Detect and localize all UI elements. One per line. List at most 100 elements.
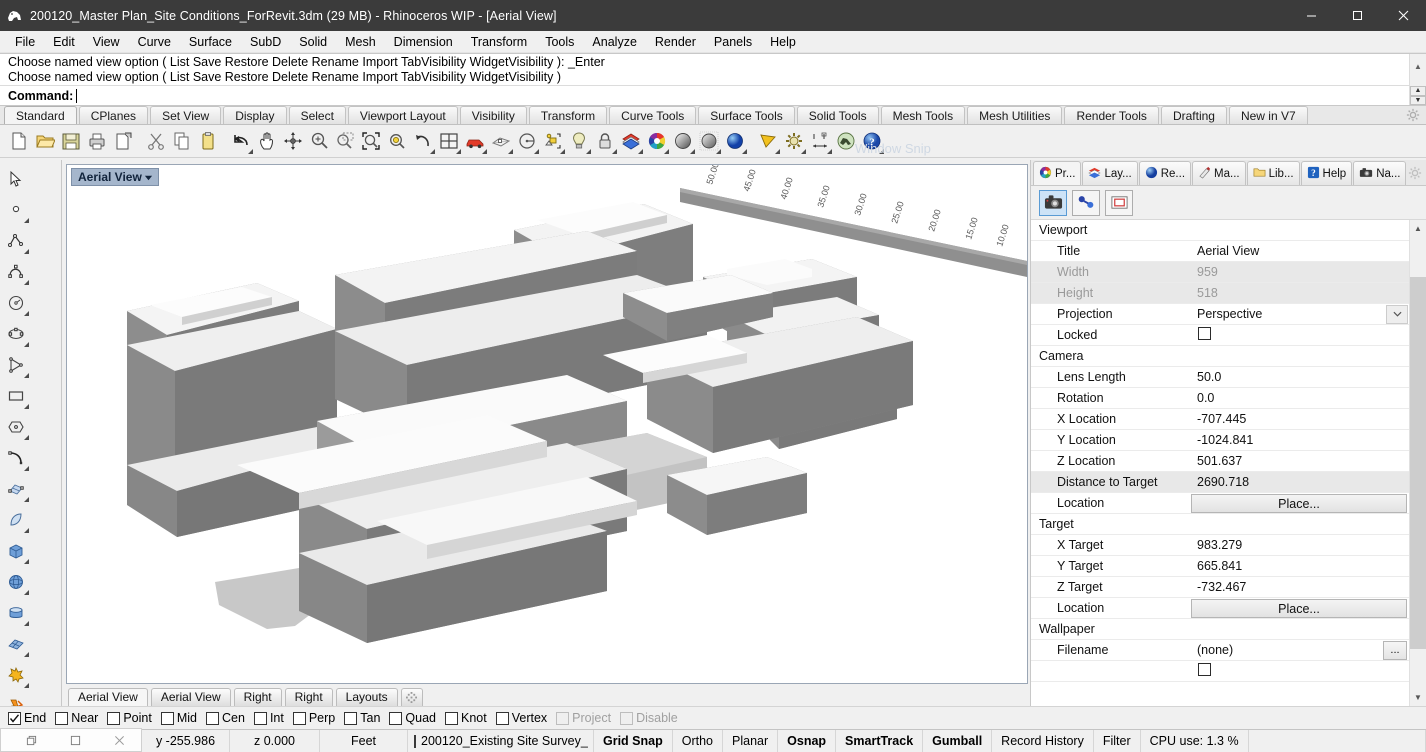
undo-view-icon[interactable] bbox=[410, 127, 436, 155]
zoom-selected-icon[interactable] bbox=[384, 127, 410, 155]
property-value[interactable]: -732.467 bbox=[1191, 580, 1409, 594]
toolbar-tab-viewport-layout[interactable]: Viewport Layout bbox=[347, 106, 458, 124]
cut-icon[interactable] bbox=[143, 127, 169, 155]
spin-down-icon[interactable]: ▼ bbox=[1410, 95, 1426, 105]
locked-checkbox[interactable] bbox=[1198, 327, 1211, 340]
toolbar-tab-set-view[interactable]: Set View bbox=[150, 106, 222, 124]
menu-view[interactable]: View bbox=[84, 33, 129, 51]
spin-up-icon[interactable]: ▲ bbox=[1410, 86, 1426, 96]
osnap-vertex[interactable]: Vertex bbox=[495, 711, 547, 725]
cplane-icon[interactable] bbox=[488, 127, 514, 155]
mesh-icon[interactable] bbox=[0, 628, 31, 659]
menu-render[interactable]: Render bbox=[646, 33, 705, 51]
panel-tab-named-views[interactable]: Na... bbox=[1353, 161, 1407, 185]
property-row-projection[interactable]: Projection Perspective bbox=[1031, 304, 1409, 325]
scroll-up-icon[interactable]: ▲ bbox=[1410, 54, 1426, 80]
scroll-up-icon[interactable]: ▲ bbox=[1410, 220, 1426, 237]
checkbox[interactable] bbox=[55, 711, 69, 725]
print-icon[interactable] bbox=[84, 127, 110, 155]
point-icon[interactable] bbox=[0, 194, 31, 225]
command-prompt-spinner[interactable]: ▲ ▼ bbox=[1409, 86, 1426, 105]
property-row-locked[interactable]: Locked bbox=[1031, 325, 1409, 346]
camera-place-button[interactable]: Place... bbox=[1191, 493, 1407, 513]
toolbar-tab-render-tools[interactable]: Render Tools bbox=[1064, 106, 1159, 124]
checkbox[interactable] bbox=[556, 711, 570, 725]
properties-scrollbar[interactable]: ▲ ▼ bbox=[1409, 220, 1426, 706]
viewport-tab-right-2[interactable]: Right bbox=[284, 688, 333, 706]
copy-icon[interactable] bbox=[169, 127, 195, 155]
toolbar-tab-mesh-utilities[interactable]: Mesh Utilities bbox=[967, 106, 1063, 124]
property-value[interactable]: Aerial View bbox=[1191, 244, 1409, 258]
toolbar-tab-mesh-tools[interactable]: Mesh Tools bbox=[880, 106, 966, 124]
cylinder-icon[interactable] bbox=[0, 597, 31, 628]
property-row-x-target[interactable]: X Target 983.279 bbox=[1031, 535, 1409, 556]
chevron-down-icon[interactable] bbox=[142, 169, 156, 185]
maximize-button[interactable] bbox=[1334, 0, 1380, 31]
surface-loft-icon[interactable] bbox=[0, 504, 31, 535]
viewport-tab-aerial-view-2[interactable]: Aerial View bbox=[150, 688, 231, 706]
select-arrow-icon[interactable] bbox=[0, 163, 31, 194]
toolbar-tab-drafting[interactable]: Drafting bbox=[1160, 106, 1227, 124]
save-file-icon[interactable] bbox=[58, 127, 84, 155]
target-place-button[interactable]: Place... bbox=[1191, 598, 1407, 618]
panel-tab-properties[interactable]: Pr... bbox=[1033, 161, 1082, 185]
gear-icon[interactable] bbox=[1408, 166, 1422, 180]
property-value[interactable]: 50.0 bbox=[1191, 370, 1409, 384]
camera-properties-icon[interactable] bbox=[1039, 189, 1067, 216]
close-button[interactable] bbox=[1380, 0, 1426, 31]
new-file-icon[interactable] bbox=[6, 127, 32, 155]
zoom-extents-icon[interactable] bbox=[358, 127, 384, 155]
open-file-icon[interactable] bbox=[32, 127, 58, 155]
menu-solid[interactable]: Solid bbox=[290, 33, 336, 51]
viewport-3d-canvas[interactable]: 50.00 45.00 40.00 35.00 30.00 25.00 20.0… bbox=[67, 165, 1027, 683]
menu-panels[interactable]: Panels bbox=[705, 33, 761, 51]
wallpaper-checkbox[interactable] bbox=[1198, 663, 1211, 676]
viewport-aerial-view[interactable]: Aerial View 50.00 45.00 40.00 35.00 30.0… bbox=[66, 164, 1028, 684]
status-toggle-ortho[interactable]: Ortho bbox=[673, 730, 723, 752]
menu-help[interactable]: Help bbox=[761, 33, 805, 51]
export-icon[interactable] bbox=[110, 127, 136, 155]
circle-icon[interactable] bbox=[0, 287, 31, 318]
property-row-x-location[interactable]: X Location -707.445 bbox=[1031, 409, 1409, 430]
arc-icon[interactable] bbox=[0, 442, 31, 473]
checkbox[interactable] bbox=[107, 711, 121, 725]
property-row-y-target[interactable]: Y Target 665.841 bbox=[1031, 556, 1409, 577]
layers-icon[interactable] bbox=[618, 127, 644, 155]
property-row-lens-length[interactable]: Lens Length 50.0 bbox=[1031, 367, 1409, 388]
layer-color-swatch[interactable] bbox=[414, 734, 416, 748]
light-icon[interactable] bbox=[566, 127, 592, 155]
checkbox[interactable] bbox=[344, 711, 358, 725]
property-row-z-target[interactable]: Z Target -732.467 bbox=[1031, 577, 1409, 598]
rendered-display-icon[interactable] bbox=[722, 127, 748, 155]
osnap-mid[interactable]: Mid bbox=[160, 711, 197, 725]
gear-icon[interactable] bbox=[1406, 108, 1420, 122]
overlay-restore-button[interactable] bbox=[9, 729, 53, 751]
menu-analyze[interactable]: Analyze bbox=[583, 33, 645, 51]
command-input[interactable] bbox=[76, 88, 1426, 103]
rectangle-icon[interactable] bbox=[0, 380, 31, 411]
osnap-cen[interactable]: Cen bbox=[206, 711, 245, 725]
render-preview-icon[interactable] bbox=[755, 127, 781, 155]
perspective-car-icon[interactable] bbox=[462, 127, 488, 155]
osnap-point[interactable]: Point bbox=[107, 711, 152, 725]
viewport-tab-layouts[interactable]: Layouts bbox=[335, 688, 398, 706]
toolbar-tab-curve-tools[interactable]: Curve Tools bbox=[609, 106, 697, 124]
viewport-tab-right-1[interactable]: Right bbox=[233, 688, 282, 706]
checkbox[interactable] bbox=[445, 711, 458, 725]
surface-from-points-icon[interactable] bbox=[0, 473, 31, 504]
overlay-maximize-button[interactable] bbox=[53, 729, 97, 751]
toolbar-tab-new-in-v7[interactable]: New in V7 bbox=[1228, 106, 1308, 124]
pan-icon[interactable] bbox=[254, 127, 280, 155]
status-toggle-osnap[interactable]: Osnap bbox=[778, 730, 837, 752]
browse-wallpaper-button[interactable]: ... bbox=[1383, 640, 1407, 660]
panel-tab-layers[interactable]: Lay... bbox=[1082, 161, 1138, 185]
dimension-icon[interactable] bbox=[807, 127, 833, 155]
osnap-quad[interactable]: Quad bbox=[389, 711, 436, 725]
undo-icon[interactable] bbox=[228, 127, 254, 155]
lock-icon[interactable] bbox=[592, 127, 618, 155]
property-value[interactable]: 0.0 bbox=[1191, 391, 1409, 405]
options-gear-icon[interactable] bbox=[781, 127, 807, 155]
menu-mesh[interactable]: Mesh bbox=[336, 33, 385, 51]
property-value[interactable]: 665.841 bbox=[1191, 559, 1409, 573]
property-value[interactable]: -1024.841 bbox=[1191, 433, 1409, 447]
